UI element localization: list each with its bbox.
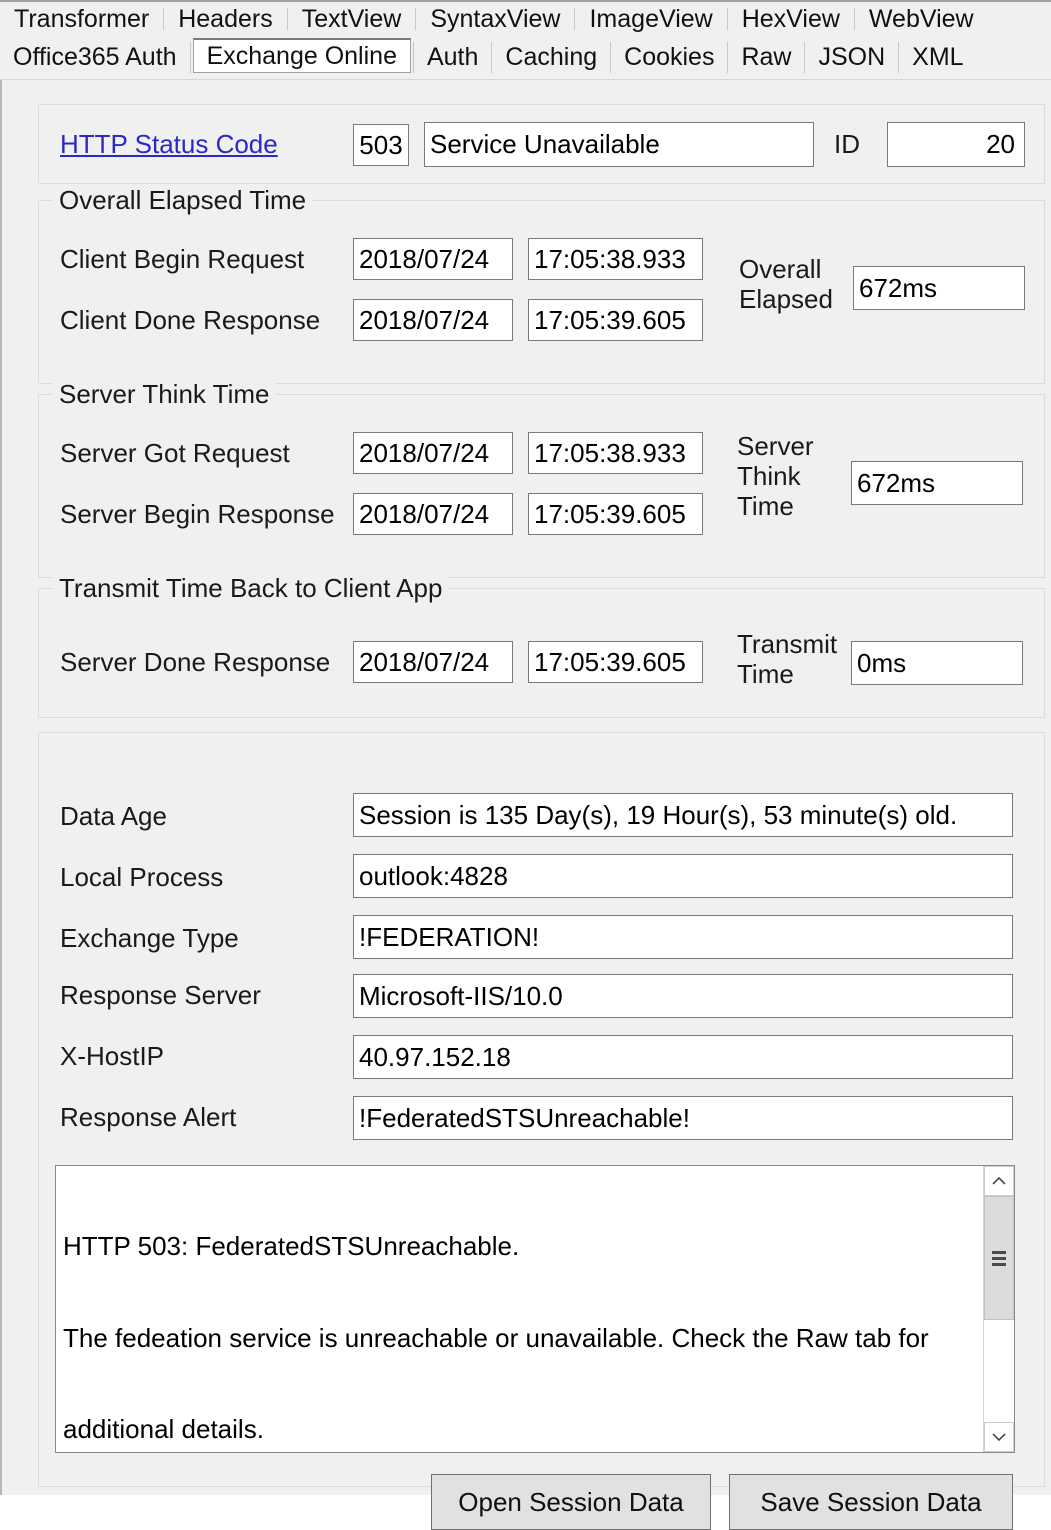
server-think-time-label: Server Think Time bbox=[737, 431, 814, 521]
transmit-time-value-field[interactable]: 0ms bbox=[851, 641, 1023, 685]
tab-headers[interactable]: Headers bbox=[164, 2, 287, 36]
server-done-response-date-field[interactable]: 2018/07/24 bbox=[353, 641, 513, 683]
scroll-up-button[interactable] bbox=[984, 1166, 1014, 1196]
local-process-label: Local Process bbox=[60, 862, 224, 892]
server-done-response-time-field[interactable]: 17:05:39.605 bbox=[528, 641, 703, 683]
exchange-online-panel: HTTP Status Code 503 Service Unavailable… bbox=[0, 80, 1051, 1530]
x-hostip-field[interactable]: 40.97.152.18 bbox=[353, 1035, 1013, 1079]
scrollbar-grip-icon bbox=[992, 1248, 1006, 1269]
http-status-code-field[interactable]: 503 bbox=[353, 124, 409, 166]
server-got-request-date-field[interactable]: 2018/07/24 bbox=[353, 432, 513, 474]
server-got-request-label: Server Got Request bbox=[60, 438, 290, 468]
data-age-field[interactable]: Session is 135 Day(s), 19 Hour(s), 53 mi… bbox=[353, 793, 1013, 837]
tab-webview[interactable]: WebView bbox=[855, 2, 988, 36]
tab-transformer[interactable]: Transformer bbox=[0, 2, 163, 36]
tab-hexview[interactable]: HexView bbox=[728, 2, 854, 36]
http-status-code-link[interactable]: HTTP Status Code bbox=[60, 129, 278, 159]
server-begin-response-label: Server Begin Response bbox=[60, 499, 335, 529]
data-age-label: Data Age bbox=[60, 801, 167, 831]
tab-xml[interactable]: XML bbox=[899, 36, 976, 79]
tab-exchange-online[interactable]: Exchange Online bbox=[192, 38, 411, 73]
http-status-text-field[interactable]: Service Unavailable bbox=[424, 122, 814, 167]
session-message-textarea[interactable]: HTTP 503: FederatedSTSUnreachable. The f… bbox=[55, 1165, 1015, 1453]
overall-elapsed-time-legend: Overall Elapsed Time bbox=[53, 186, 313, 214]
response-server-field[interactable]: Microsoft-IIS/10.0 bbox=[353, 974, 1013, 1018]
tab-textview[interactable]: TextView bbox=[288, 2, 416, 36]
client-begin-request-label: Client Begin Request bbox=[60, 244, 305, 274]
tab-auth[interactable]: Auth bbox=[414, 36, 491, 79]
overall-elapsed-time-group: Overall Elapsed Time Client Begin Reques… bbox=[38, 186, 1045, 384]
message-line-1: HTTP 503: FederatedSTSUnreachable. bbox=[63, 1231, 520, 1261]
client-done-response-label: Client Done Response bbox=[60, 305, 321, 335]
server-begin-response-time-field[interactable]: 17:05:39.605 bbox=[528, 493, 703, 535]
response-alert-field[interactable]: !FederatedSTSUnreachable! bbox=[353, 1096, 1013, 1140]
server-think-time-group: Server Think Time Server Got Request 201… bbox=[38, 380, 1045, 578]
chevron-up-icon bbox=[992, 1176, 1006, 1185]
session-details-panel: Data Age Session is 135 Day(s), 19 Hour(… bbox=[38, 732, 1045, 1530]
tab-json[interactable]: JSON bbox=[805, 36, 898, 79]
server-done-response-label: Server Done Response bbox=[60, 647, 331, 677]
open-session-data-button[interactable]: Open Session Data bbox=[431, 1474, 711, 1530]
response-server-label: Response Server bbox=[60, 980, 261, 1010]
tab-raw[interactable]: Raw bbox=[728, 36, 804, 79]
client-begin-request-date-field[interactable]: 2018/07/24 bbox=[353, 238, 513, 280]
scrollbar-thumb[interactable] bbox=[984, 1196, 1014, 1320]
message-line-3: additional details. bbox=[63, 1414, 264, 1444]
response-alert-label: Response Alert bbox=[60, 1102, 237, 1132]
session-id-label: ID bbox=[834, 129, 860, 159]
tab-separator bbox=[189, 42, 191, 73]
tab-office365-auth[interactable]: Office365 Auth bbox=[0, 36, 190, 79]
server-think-time-legend: Server Think Time bbox=[53, 380, 276, 408]
message-line-2: The fedeation service is unreachable or … bbox=[63, 1322, 929, 1353]
transmit-time-label: Transmit Time bbox=[737, 629, 838, 689]
server-think-time-value-field[interactable]: 672ms bbox=[851, 461, 1023, 505]
client-done-response-time-field[interactable]: 17:05:39.605 bbox=[528, 299, 703, 341]
server-got-request-time-field[interactable]: 17:05:38.933 bbox=[528, 432, 703, 474]
server-begin-response-date-field[interactable]: 2018/07/24 bbox=[353, 493, 513, 535]
tab-cookies[interactable]: Cookies bbox=[611, 36, 727, 79]
exchange-type-label: Exchange Type bbox=[60, 923, 239, 953]
client-begin-request-time-field[interactable]: 17:05:38.933 bbox=[528, 238, 703, 280]
scroll-down-button[interactable] bbox=[984, 1422, 1014, 1452]
save-session-data-button[interactable]: Save Session Data bbox=[729, 1474, 1013, 1530]
local-process-field[interactable]: outlook:4828 bbox=[353, 854, 1013, 898]
overall-elapsed-value-field[interactable]: 672ms bbox=[853, 266, 1025, 310]
client-done-response-date-field[interactable]: 2018/07/24 bbox=[353, 299, 513, 341]
tab-caching[interactable]: Caching bbox=[492, 36, 610, 79]
exchange-type-field[interactable]: !FEDERATION! bbox=[353, 915, 1013, 959]
transmit-time-group: Transmit Time Back to Client App Server … bbox=[38, 574, 1045, 718]
tabstrip-primary: Transformer Headers TextView SyntaxView … bbox=[0, 0, 1051, 36]
transmit-time-legend: Transmit Time Back to Client App bbox=[53, 574, 449, 602]
overall-elapsed-label: Overall Elapsed bbox=[739, 254, 833, 314]
tab-imageview[interactable]: ImageView bbox=[575, 2, 726, 36]
scrollbar-track[interactable] bbox=[984, 1196, 1014, 1422]
tabstrip-secondary: Office365 Auth Exchange Online Auth Cach… bbox=[0, 36, 1051, 80]
http-status-panel: HTTP Status Code 503 Service Unavailable… bbox=[38, 104, 1045, 184]
session-message-content: HTTP 503: FederatedSTSUnreachable. The f… bbox=[56, 1166, 983, 1452]
chevron-down-icon bbox=[992, 1433, 1006, 1442]
message-scrollbar[interactable] bbox=[983, 1166, 1014, 1452]
x-hostip-label: X-HostIP bbox=[60, 1041, 165, 1071]
session-id-field[interactable]: 20 bbox=[887, 122, 1025, 167]
tab-syntaxview[interactable]: SyntaxView bbox=[416, 2, 574, 36]
